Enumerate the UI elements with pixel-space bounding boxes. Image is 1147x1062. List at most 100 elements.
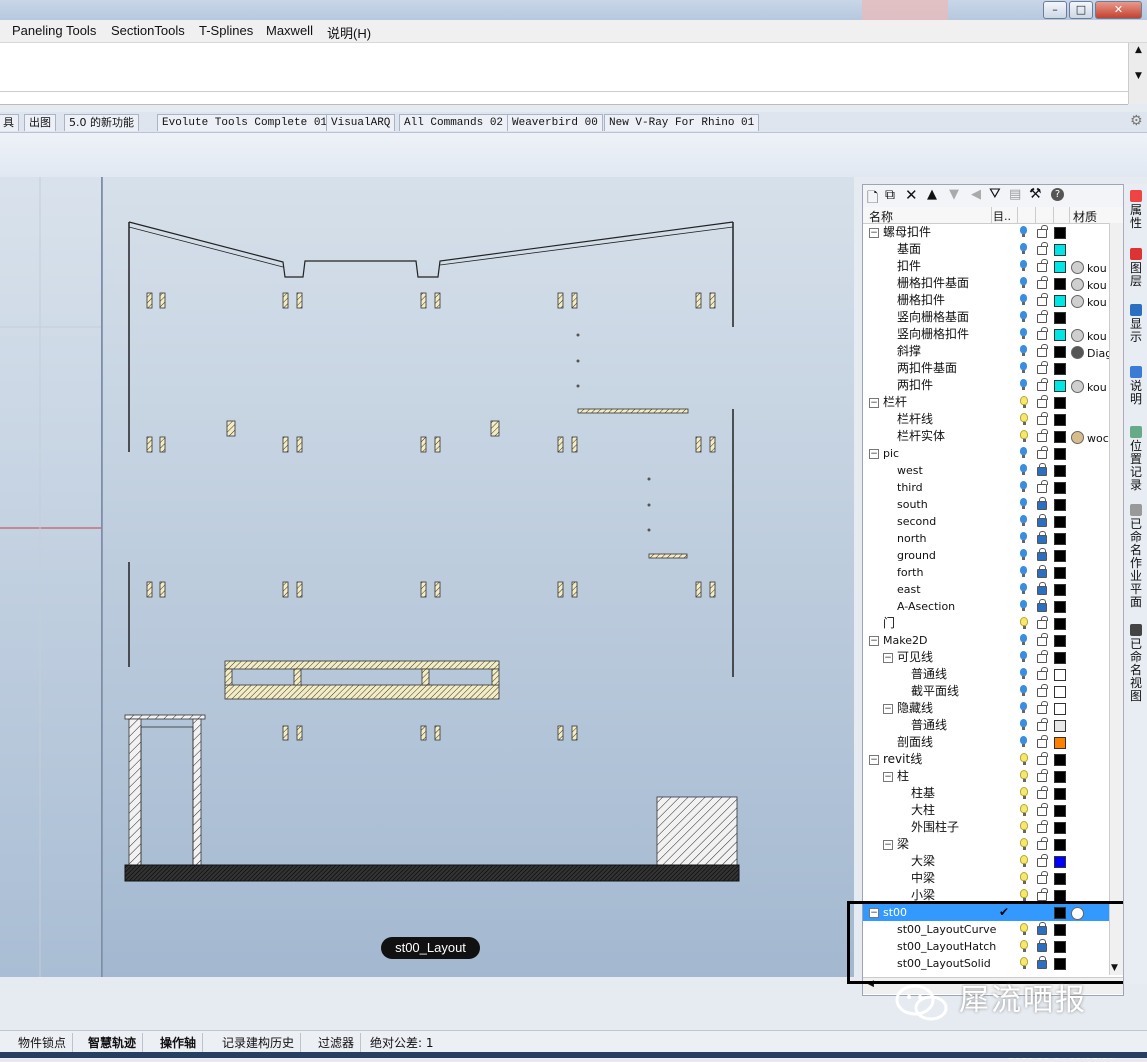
lock-icon[interactable] xyxy=(1037,463,1047,476)
layer-color-swatch[interactable] xyxy=(1054,414,1066,426)
visibility-bulb-icon[interactable] xyxy=(1020,345,1027,356)
lock-icon[interactable] xyxy=(1037,565,1047,578)
visibility-bulb-icon[interactable] xyxy=(1020,362,1027,373)
layer-row[interactable]: 中梁 xyxy=(863,870,1109,887)
layer-color-swatch[interactable] xyxy=(1054,703,1066,715)
visibility-bulb-icon[interactable] xyxy=(1020,498,1027,509)
visibility-bulb-icon[interactable] xyxy=(1020,600,1027,611)
unlock-icon[interactable] xyxy=(1037,854,1048,867)
unlock-icon[interactable] xyxy=(1037,650,1048,663)
maximize-button[interactable]: □ xyxy=(1069,1,1093,19)
visibility-bulb-icon[interactable] xyxy=(1020,668,1027,679)
command-scrollbar[interactable]: ▲ ▼ xyxy=(1128,43,1147,104)
unlock-icon[interactable] xyxy=(1037,225,1048,238)
layer-color-swatch[interactable] xyxy=(1054,669,1066,681)
layer-row[interactable]: south xyxy=(863,496,1109,513)
collapse-toggle-icon[interactable]: − xyxy=(869,449,879,459)
layer-row[interactable]: − 柱 xyxy=(863,768,1109,785)
visibility-bulb-icon[interactable] xyxy=(1020,787,1028,799)
unlock-icon[interactable] xyxy=(1037,361,1048,374)
unlock-icon[interactable] xyxy=(1037,480,1048,493)
unlock-icon[interactable] xyxy=(1037,871,1048,884)
layer-row[interactable]: 栏杆实体 woc xyxy=(863,428,1109,445)
layer-row[interactable]: 竖向栅格基面 xyxy=(863,309,1109,326)
visibility-bulb-icon[interactable] xyxy=(1020,889,1028,901)
layer-color-swatch[interactable] xyxy=(1054,567,1066,579)
collapse-toggle-icon[interactable]: − xyxy=(869,228,879,238)
layer-row[interactable]: 普通线 xyxy=(863,717,1109,734)
layer-row[interactable]: west xyxy=(863,462,1109,479)
layer-color-swatch[interactable] xyxy=(1054,601,1066,613)
unlock-icon[interactable] xyxy=(1037,327,1048,340)
visibility-bulb-icon[interactable] xyxy=(1020,566,1027,577)
layer-row[interactable]: 栅格扣件 kou xyxy=(863,292,1109,309)
collapse-toggle-icon[interactable]: − xyxy=(883,840,893,850)
command-line[interactable] xyxy=(0,92,1128,105)
unlock-icon[interactable] xyxy=(1037,446,1048,459)
scroll-down-icon[interactable]: ▼ xyxy=(1129,69,1147,83)
move-left-icon[interactable]: ◀ xyxy=(971,187,981,202)
layer-color-swatch[interactable] xyxy=(1054,516,1066,528)
visibility-bulb-icon[interactable] xyxy=(1020,651,1027,662)
layer-color-swatch[interactable] xyxy=(1054,431,1066,443)
move-down-icon[interactable]: ▼ xyxy=(949,187,959,202)
collapse-toggle-icon[interactable]: − xyxy=(883,653,893,663)
visibility-bulb-icon[interactable] xyxy=(1020,736,1027,747)
unlock-icon[interactable] xyxy=(1037,276,1048,289)
menu-sectiontools[interactable]: SectionTools xyxy=(111,23,185,38)
visibility-bulb-icon[interactable] xyxy=(1020,770,1028,782)
visibility-bulb-icon[interactable] xyxy=(1020,634,1027,645)
visibility-bulb-icon[interactable] xyxy=(1020,549,1027,560)
menu-paneling-tools[interactable]: Paneling Tools xyxy=(12,23,96,38)
layer-color-swatch[interactable] xyxy=(1054,754,1066,766)
visibility-bulb-icon[interactable] xyxy=(1020,294,1027,305)
unlock-icon[interactable] xyxy=(1037,378,1048,391)
layer-row[interactable]: north xyxy=(863,530,1109,547)
side-tab-2[interactable]: 显示 xyxy=(1126,304,1146,344)
visibility-bulb-icon[interactable] xyxy=(1020,821,1028,833)
layer-color-swatch[interactable] xyxy=(1054,550,1066,562)
scroll-up-icon[interactable]: ▲ xyxy=(1129,43,1147,57)
visibility-bulb-icon[interactable] xyxy=(1020,872,1028,884)
visibility-bulb-icon[interactable] xyxy=(1020,583,1027,594)
tab-all-commands[interactable]: All Commands 02 xyxy=(399,114,509,131)
visibility-bulb-icon[interactable] xyxy=(1020,617,1028,629)
layer-row[interactable]: 竖向栅格扣件 kou xyxy=(863,326,1109,343)
unlock-icon[interactable] xyxy=(1037,633,1048,646)
visibility-bulb-icon[interactable] xyxy=(1020,719,1027,730)
layer-row[interactable]: 普通线 xyxy=(863,666,1109,683)
delete-layer-icon[interactable]: ✕ xyxy=(905,186,918,204)
filter-icon[interactable]: ⛛ xyxy=(989,186,1001,202)
layer-row[interactable]: − 可见线 xyxy=(863,649,1109,666)
unlock-icon[interactable] xyxy=(1037,820,1048,833)
lock-icon[interactable] xyxy=(1037,582,1047,595)
visibility-bulb-icon[interactable] xyxy=(1020,396,1028,408)
layer-row[interactable]: 门 xyxy=(863,615,1109,632)
layer-color-swatch[interactable] xyxy=(1054,771,1066,783)
layer-color-swatch[interactable] xyxy=(1054,312,1066,324)
layer-row[interactable]: − revit线 xyxy=(863,751,1109,768)
tools-icon[interactable]: ⚒ xyxy=(1029,186,1042,202)
material-column-header[interactable]: 材质 xyxy=(1073,208,1097,225)
unlock-icon[interactable] xyxy=(1037,888,1048,901)
layer-row[interactable]: 栅格扣件基面 kou xyxy=(863,275,1109,292)
layer-color-swatch[interactable] xyxy=(1054,380,1066,392)
gumball-toggle[interactable]: 操作轴 xyxy=(154,1033,204,1053)
move-up-icon[interactable]: ▲ xyxy=(927,187,937,202)
layer-color-swatch[interactable] xyxy=(1054,856,1066,868)
layer-row[interactable]: A-Asection xyxy=(863,598,1109,615)
unlock-icon[interactable] xyxy=(1037,735,1048,748)
layer-color-swatch[interactable] xyxy=(1054,227,1066,239)
visibility-bulb-icon[interactable] xyxy=(1020,413,1028,425)
layer-color-swatch[interactable] xyxy=(1054,499,1066,511)
command-history[interactable] xyxy=(0,43,1128,92)
viewport-left[interactable] xyxy=(0,177,102,977)
menu-tsplines[interactable]: T-Splines xyxy=(199,23,253,38)
side-tab-3[interactable]: 说明 xyxy=(1126,366,1146,406)
layer-row[interactable]: 两扣件 kou xyxy=(863,377,1109,394)
tab-whats-new[interactable]: 5.0 的新功能 xyxy=(64,114,139,131)
visibility-bulb-icon[interactable] xyxy=(1020,277,1027,288)
unlock-icon[interactable] xyxy=(1037,293,1048,306)
layer-row[interactable]: 大柱 xyxy=(863,802,1109,819)
layout-name-label[interactable]: st00_Layout xyxy=(381,937,480,959)
